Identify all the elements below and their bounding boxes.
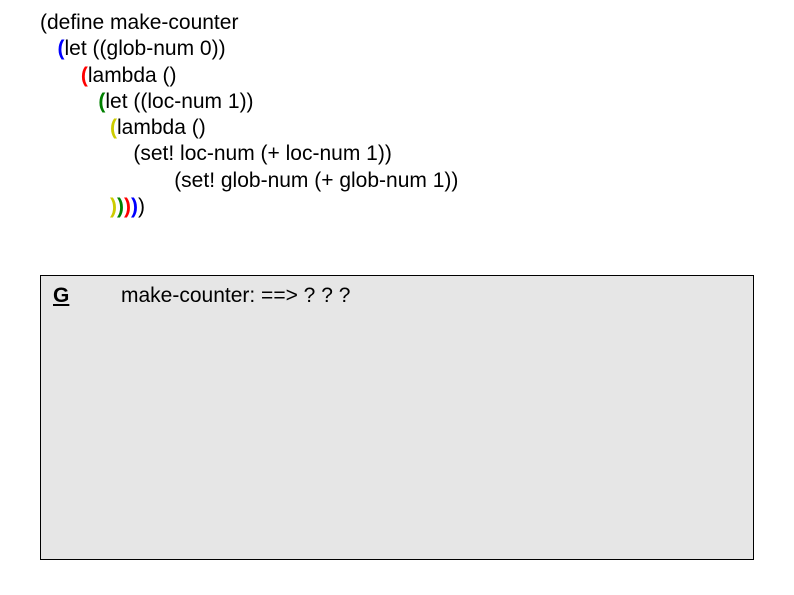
code-line-5: (lambda (): [40, 115, 458, 141]
code-block: (define make-counter (let ((glob-num 0))…: [40, 10, 458, 220]
paren-close-green: ): [117, 195, 124, 218]
paren-close-yellow: ): [110, 195, 117, 218]
code-line-4: (let ((loc-num 1)): [40, 89, 458, 115]
environment-row: G make-counter: ==> ? ? ?: [53, 284, 741, 308]
code-line-6: (set! loc-num (+ loc-num 1)): [40, 141, 458, 167]
paren-open-blue: (: [58, 37, 65, 60]
environment-label: G: [53, 284, 121, 308]
paren-close-red: ): [124, 195, 131, 218]
paren-open-yellow: (: [110, 116, 117, 139]
code-line-1: (define make-counter: [40, 10, 458, 36]
code-line-7: (set! glob-num (+ glob-num 1)): [40, 168, 458, 194]
code-line-2: (let ((glob-num 0)): [40, 36, 458, 62]
code-line-3: (lambda (): [40, 63, 458, 89]
environment-box: G make-counter: ==> ? ? ?: [40, 275, 754, 560]
environment-value: make-counter: ==> ? ? ?: [121, 284, 741, 308]
code-line-8: ))))): [40, 194, 458, 220]
paren-open-red: (: [81, 64, 88, 87]
paren-close-blue: ): [131, 195, 138, 218]
